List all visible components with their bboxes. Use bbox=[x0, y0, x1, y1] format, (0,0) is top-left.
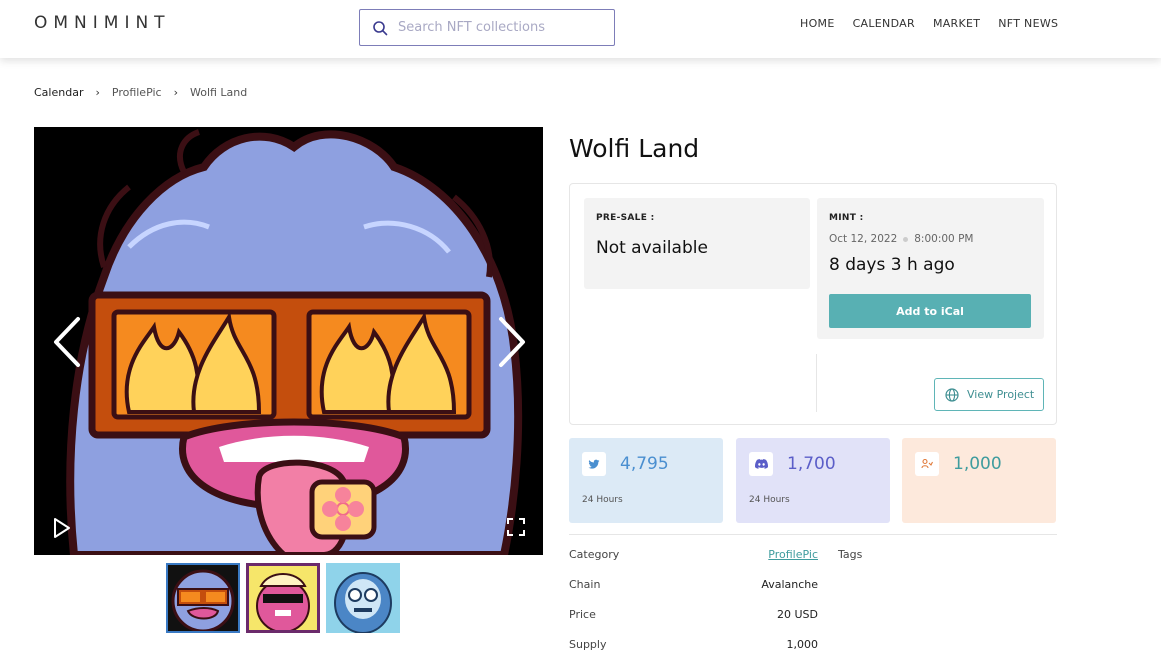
thumbnail-strip bbox=[166, 563, 400, 633]
supply-count: 1,000 bbox=[953, 454, 1002, 474]
fullscreen-icon[interactable] bbox=[506, 517, 526, 537]
next-arrow-icon[interactable] bbox=[491, 315, 531, 369]
detail-row-price: Price 20 USD bbox=[569, 606, 829, 636]
detail-row-supply: Supply 1,000 bbox=[569, 636, 829, 657]
presale-value: Not available bbox=[596, 238, 708, 258]
view-project-label: View Project bbox=[967, 388, 1035, 401]
divider bbox=[569, 534, 1057, 535]
mint-datetime: Oct 12, 2022 8:00:00 PM bbox=[829, 233, 973, 245]
previous-arrow-icon[interactable] bbox=[48, 315, 88, 369]
details-table: Category ProfilePic Chain Avalanche Pric… bbox=[569, 546, 829, 657]
price-label: Price bbox=[569, 608, 596, 621]
twitter-stat-card: 4,795 24 Hours bbox=[569, 438, 723, 523]
sale-info-card: PRE-SALE : Not available MINT : Oct 12, … bbox=[569, 183, 1057, 425]
supply-icon bbox=[915, 452, 939, 476]
twitter-period: 24 Hours bbox=[582, 495, 623, 505]
mint-date: Oct 12, 2022 bbox=[829, 233, 898, 245]
add-to-ical-button[interactable]: Add to iCal bbox=[829, 294, 1031, 328]
detail-row-chain: Chain Avalanche bbox=[569, 576, 829, 606]
mint-box: MINT : Oct 12, 2022 8:00:00 PM 8 days 3 … bbox=[817, 198, 1044, 339]
top-header: OMNIMINT HOME CALENDAR MARKET NFT NEWS bbox=[0, 0, 1161, 58]
main-nav: HOME CALENDAR MARKET NFT NEWS bbox=[800, 17, 1058, 30]
tags-label: Tags bbox=[838, 548, 863, 561]
separator-dot bbox=[903, 236, 909, 242]
twitter-icon bbox=[582, 452, 606, 476]
project-title: Wolfi Land bbox=[569, 134, 700, 163]
detail-row-category: Category ProfilePic bbox=[569, 546, 829, 576]
breadcrumb-current: Wolfi Land bbox=[189, 86, 248, 99]
category-link[interactable]: ProfilePic bbox=[768, 548, 818, 561]
presale-box: PRE-SALE : Not available bbox=[584, 198, 810, 289]
chevron-right-icon: › bbox=[95, 86, 100, 99]
discord-period: 24 Hours bbox=[749, 495, 790, 505]
view-project-button[interactable]: View Project bbox=[934, 378, 1044, 411]
search-box[interactable] bbox=[359, 9, 615, 46]
price-value: 20 USD bbox=[777, 608, 818, 621]
category-label: Category bbox=[569, 548, 620, 561]
discord-count: 1,700 bbox=[787, 454, 836, 474]
supply-stat-card: 1,000 bbox=[902, 438, 1056, 523]
breadcrumb-calendar[interactable]: Calendar bbox=[34, 86, 83, 99]
globe-icon bbox=[945, 387, 959, 402]
supply-label: Supply bbox=[569, 638, 607, 651]
divider bbox=[816, 354, 817, 412]
mint-relative-time: 8 days 3 h ago bbox=[829, 255, 955, 275]
mint-time: 8:00:00 PM bbox=[914, 233, 974, 245]
chevron-right-icon: › bbox=[173, 86, 178, 99]
site-logo[interactable]: OMNIMINT bbox=[34, 13, 171, 33]
breadcrumb-category[interactable]: ProfilePic bbox=[112, 86, 162, 99]
mint-label: MINT : bbox=[829, 213, 864, 223]
twitter-count: 4,795 bbox=[620, 454, 669, 474]
nav-home[interactable]: HOME bbox=[800, 17, 835, 30]
discord-icon bbox=[749, 452, 773, 476]
search-icon bbox=[373, 20, 388, 35]
chain-value: Avalanche bbox=[761, 578, 818, 591]
image-gallery bbox=[34, 127, 543, 555]
nav-market[interactable]: MARKET bbox=[933, 17, 980, 30]
nav-nft-news[interactable]: NFT NEWS bbox=[998, 17, 1058, 30]
wolfi-artwork bbox=[34, 127, 543, 555]
thumbnail-1[interactable] bbox=[166, 563, 240, 633]
chain-label: Chain bbox=[569, 578, 601, 591]
play-icon[interactable] bbox=[52, 517, 72, 539]
discord-stat-card: 1,700 24 Hours bbox=[736, 438, 890, 523]
supply-value: 1,000 bbox=[786, 638, 819, 651]
search-input[interactable] bbox=[398, 20, 598, 35]
thumbnail-3[interactable] bbox=[326, 563, 400, 633]
thumbnail-2[interactable] bbox=[246, 563, 320, 633]
presale-label: PRE-SALE : bbox=[596, 213, 655, 223]
breadcrumb: Calendar › ProfilePic › Wolfi Land bbox=[34, 86, 247, 99]
nav-calendar[interactable]: CALENDAR bbox=[853, 17, 915, 30]
